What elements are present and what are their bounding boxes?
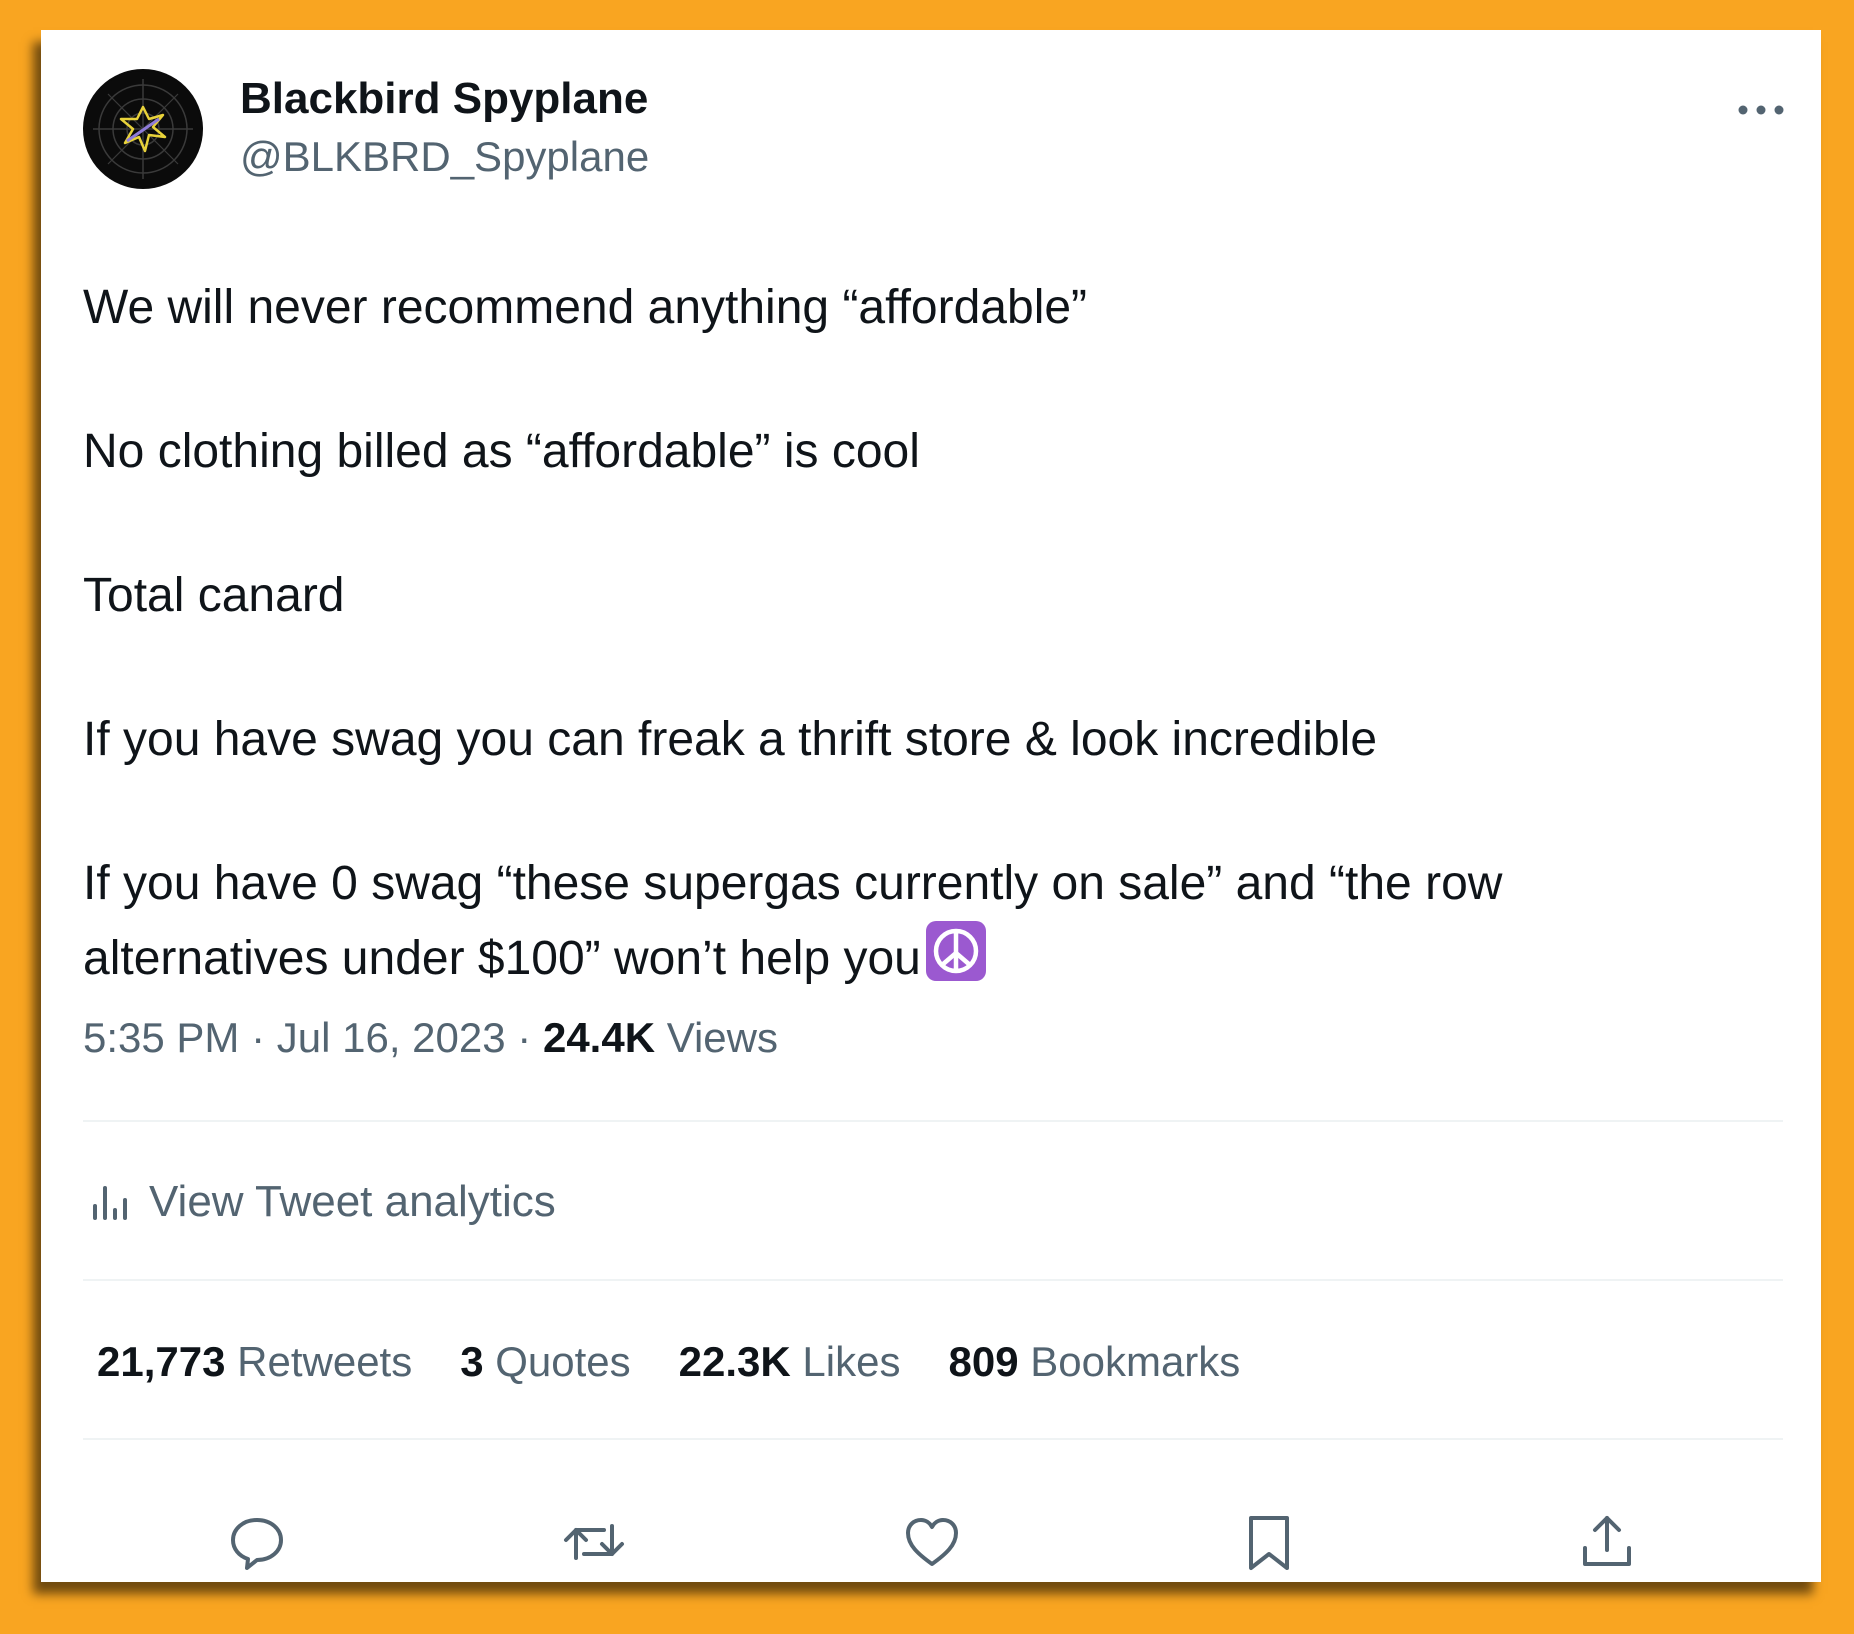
- tweet-text-line: No clothing billed as “affordable” is co…: [83, 425, 920, 478]
- radar-logo-icon: [85, 71, 201, 187]
- tweet-card: Blackbird Spyplane @BLKBRD_Spyplane We w…: [41, 30, 1821, 1582]
- bookmark-icon[interactable]: [1237, 1510, 1301, 1574]
- tweet-meta: 5:35 PM · Jul 16, 2023 · 24.4K Views: [83, 1014, 778, 1062]
- meta-separator: ·: [251, 1014, 266, 1061]
- tweet-text-line: We will never recommend anything “afford…: [83, 281, 1088, 334]
- bookmarks-label: Bookmarks: [1030, 1338, 1241, 1385]
- share-icon[interactable]: [1575, 1510, 1639, 1574]
- quotes-stat[interactable]: 3 Quotes: [460, 1338, 630, 1386]
- likes-count: 22.3K: [678, 1338, 791, 1385]
- bookmarks-stat[interactable]: 809 Bookmarks: [948, 1338, 1240, 1386]
- quotes-count: 3: [460, 1338, 484, 1385]
- meta-separator: ·: [517, 1014, 532, 1061]
- tweet-text-line: Total canard: [83, 569, 345, 622]
- bookmarks-count: 809: [948, 1338, 1019, 1385]
- tweet-text-line: alternatives under $100” won’t help you: [83, 932, 921, 985]
- views-count: 24.4K: [542, 1014, 656, 1061]
- retweet-icon[interactable]: [562, 1510, 626, 1574]
- tweet-text-line: If you have 0 swag “these supergas curre…: [83, 857, 1503, 910]
- likes-label: Likes: [802, 1338, 901, 1385]
- tweet-text-last-line: alternatives under $100” won’t help you: [83, 920, 987, 995]
- bar-chart-icon: [87, 1178, 135, 1226]
- avatar[interactable]: [83, 69, 203, 189]
- action-bar: [41, 1502, 1821, 1582]
- reply-icon[interactable]: [225, 1510, 289, 1574]
- like-icon[interactable]: [900, 1510, 964, 1574]
- engagement-stats: 21,773 Retweets 3 Quotes 22.3K Likes 809…: [97, 1332, 1288, 1392]
- divider: [83, 1279, 1783, 1281]
- analytics-label: View Tweet analytics: [149, 1177, 556, 1226]
- divider: [83, 1120, 1783, 1122]
- tweet-date[interactable]: Jul 16, 2023: [277, 1014, 506, 1061]
- author-display-name[interactable]: Blackbird Spyplane: [240, 74, 648, 124]
- tweet-text-line: If you have swag you can freak a thrift …: [83, 713, 1378, 766]
- peace-symbol-emoji: [925, 920, 987, 982]
- retweets-label: Retweets: [237, 1338, 413, 1385]
- divider: [83, 1438, 1783, 1440]
- quotes-label: Quotes: [495, 1338, 631, 1385]
- more-options-icon[interactable]: [1731, 90, 1791, 130]
- author-handle[interactable]: @BLKBRD_Spyplane: [240, 133, 649, 181]
- tweet-time[interactable]: 5:35 PM: [83, 1014, 239, 1061]
- view-tweet-analytics-link[interactable]: View Tweet analytics: [83, 1172, 556, 1232]
- views-label: Views: [666, 1014, 778, 1061]
- likes-stat[interactable]: 22.3K Likes: [679, 1338, 901, 1386]
- retweets-count: 21,773: [97, 1338, 226, 1385]
- retweets-stat[interactable]: 21,773 Retweets: [97, 1338, 412, 1386]
